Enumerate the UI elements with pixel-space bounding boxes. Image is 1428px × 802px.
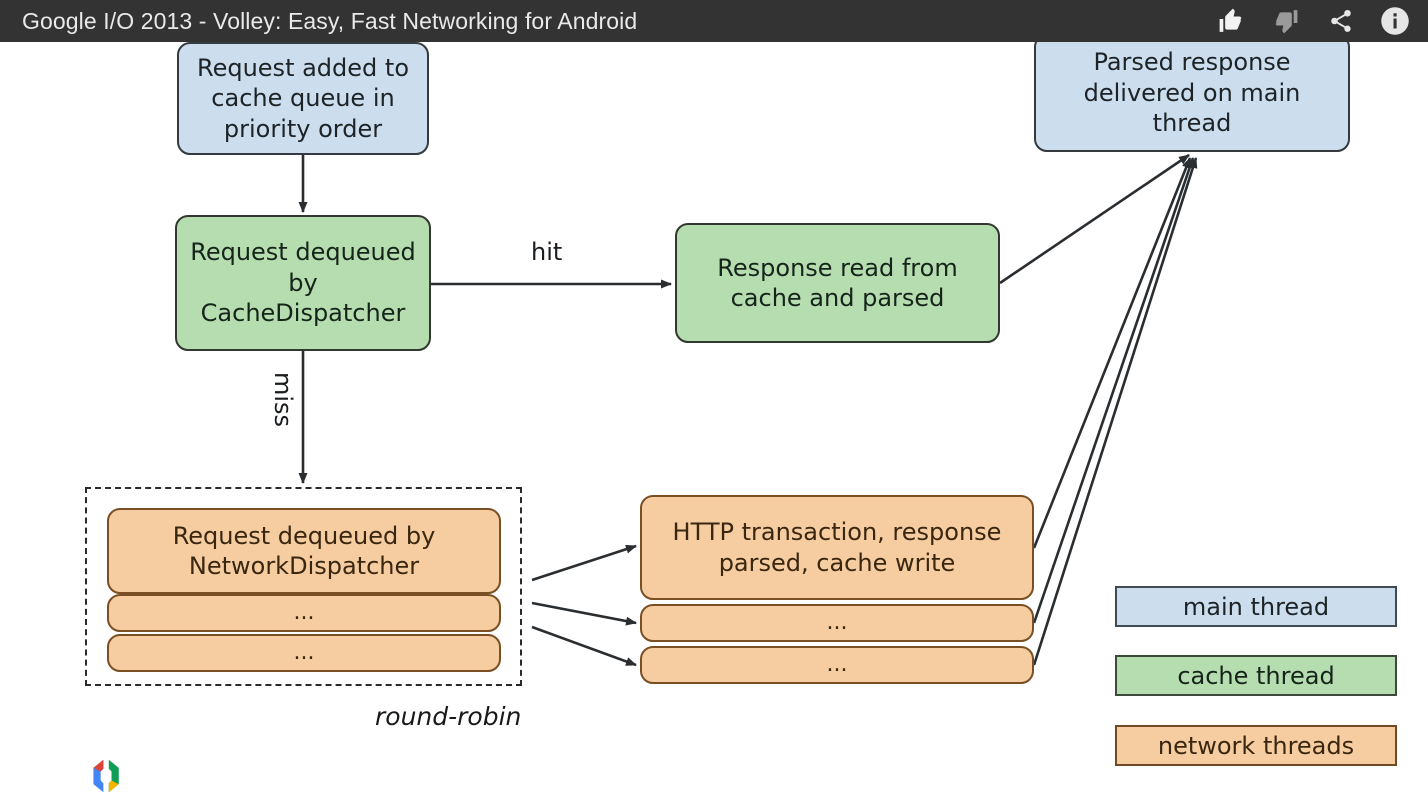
node-http-ellipsis-1: ... — [640, 604, 1034, 642]
node-request-added-to-cache-queue: Request added to cache queue in priority… — [177, 42, 429, 155]
node-network-queue-ellipsis-2: ... — [107, 634, 501, 672]
legend-item-main-thread: main thread — [1115, 586, 1397, 627]
edge-roundrobin-2 — [531, 601, 637, 626]
video-frame: round-robin Request added to cache queue… — [0, 0, 1428, 802]
edge-roundrobin-3 — [531, 625, 637, 667]
info-icon[interactable] — [1374, 0, 1416, 42]
edge-cacheread-to-parsed — [999, 153, 1190, 285]
edge-label-hit: hit — [531, 238, 563, 266]
video-title-bar: Google I/O 2013 - Volley: Easy, Fast Net… — [0, 0, 1428, 42]
share-icon[interactable] — [1320, 0, 1362, 42]
edge-httpdots1-to-parsed — [1032, 157, 1195, 624]
edge-label-miss: miss — [269, 372, 297, 428]
node-request-dequeued-by-networkdispatcher: Request dequeued by NetworkDispatcher — [107, 508, 501, 594]
round-robin-label: round-robin — [375, 702, 522, 731]
node-http-transaction: HTTP transaction, response parsed, cache… — [640, 495, 1034, 600]
node-network-queue-ellipsis-1: ... — [107, 594, 501, 632]
thumbs-up-icon[interactable] — [1210, 0, 1252, 42]
node-http-ellipsis-2: ... — [640, 646, 1034, 684]
edge-http-to-parsed — [1032, 157, 1192, 549]
edge-roundrobin-1 — [531, 544, 637, 582]
node-request-dequeued-by-cachedispatcher: Request dequeued by CacheDispatcher — [175, 215, 431, 351]
thumbs-down-icon[interactable] — [1265, 0, 1307, 42]
page-title: Google I/O 2013 - Volley: Easy, Fast Net… — [22, 8, 638, 34]
google-developers-logo — [93, 759, 119, 793]
legend-item-cache-thread: cache thread — [1115, 655, 1397, 696]
node-response-read-from-cache: Response read from cache and parsed — [675, 223, 1000, 343]
node-parsed-response-delivered: Parsed response delivered on main thread — [1034, 34, 1350, 152]
legend-item-network-threads: network threads — [1115, 725, 1397, 766]
